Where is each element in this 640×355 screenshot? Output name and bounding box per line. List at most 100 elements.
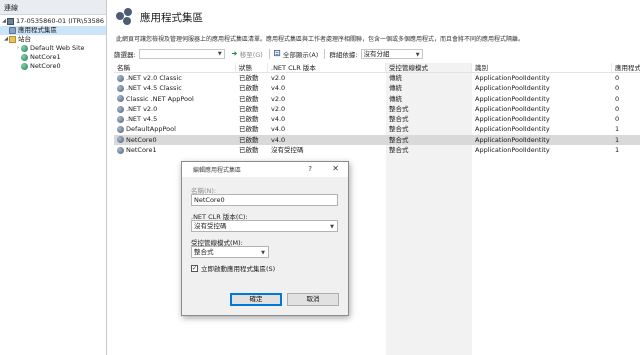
tree-item-app-pools[interactable]: 應用程式集區: [0, 26, 106, 35]
tree-item-server[interactable]: ◢ 17-0535860-01 (ITR\53586: [0, 17, 106, 26]
cell-name: DefaultAppPool: [114, 124, 236, 134]
table-row[interactable]: .NET v4.5 已啟動 v4.0 整合式 ApplicationPoolIdenti…: [114, 114, 640, 124]
tree-item-label: 應用程式集區: [18, 26, 57, 34]
dropdown-arrow-icon[interactable]: ▼: [218, 51, 222, 57]
close-icon[interactable]: ✕: [332, 164, 339, 173]
group-by-select[interactable]: 沒有分組 ▼: [360, 48, 423, 59]
cell-applications-text: 0: [615, 115, 620, 124]
filter-label: 篩選器:: [114, 50, 136, 59]
table-row[interactable]: DefaultAppPool 已啟動 v4.0 整合式 ApplicationPoolI…: [114, 124, 640, 134]
cell-status-text: 已啟動: [239, 84, 259, 93]
cell-identity: ApplicationPoolIdentity: [472, 104, 612, 114]
go-button[interactable]: 移至(G): [231, 49, 263, 59]
cell-clr-version-text: v2.0: [271, 104, 286, 113]
app-pool-icon: [9, 27, 16, 34]
cell-pipeline-mode-text: 傳統: [389, 94, 402, 103]
table-row[interactable]: NetCore0 已啟動 v4.0 整合式 ApplicationPoolIdentit…: [114, 134, 640, 146]
cell-clr-version: 沒有受控碼: [268, 145, 386, 155]
cell-pipeline-mode-text: 整合式: [389, 104, 409, 113]
cell-clr-version: v2.0: [268, 104, 386, 114]
pipeline-mode-value: 整合式: [194, 248, 214, 256]
cell-name-text: Classic .NET AppPool: [126, 94, 194, 103]
cell-status-text: 已啟動: [239, 104, 259, 113]
tree-item-netcore1[interactable]: NetCore1: [0, 53, 106, 62]
app-pool-icon: [117, 136, 124, 144]
group-by-value: 沒有分組: [363, 49, 390, 58]
cell-pipeline-mode: 傳統: [386, 73, 472, 83]
toolbar-separator: [268, 48, 270, 59]
chevron-down-icon[interactable]: ▼: [330, 222, 334, 232]
cell-identity-text: ApplicationPoolIdentity: [475, 84, 550, 93]
pipeline-mode-select[interactable]: 整合式 ▼: [191, 246, 269, 258]
ok-button[interactable]: 確定: [230, 293, 282, 306]
cell-pipeline-mode: 傳統: [386, 83, 472, 93]
cell-pipeline-mode-text: 傳統: [389, 84, 402, 93]
cell-identity-text: ApplicationPoolIdentity: [475, 135, 550, 144]
group-by-label: 群組依據:: [329, 50, 358, 59]
chevron-down-icon[interactable]: ▼: [261, 248, 265, 258]
cell-pipeline-mode: 整合式: [386, 135, 472, 145]
cell-clr-version: v4.0: [268, 135, 386, 145]
help-icon[interactable]: ?: [308, 165, 312, 173]
cell-applications-text: 0: [615, 94, 620, 103]
table-row[interactable]: .NET v4.5 Classic 已啟動 v4.0 傳統 ApplicationPoo…: [114, 83, 640, 93]
column-header-clr[interactable]: .NET CLR 版本: [268, 63, 386, 72]
cell-pipeline-mode: 整合式: [386, 145, 472, 155]
cell-identity: ApplicationPoolIdentity: [472, 124, 612, 134]
cell-pipeline-mode: 傳統: [386, 94, 472, 104]
start-immediately-checkbox[interactable]: ✓ 立即啟動應用程式集區(S): [191, 263, 339, 273]
cell-applications: 0: [612, 73, 640, 83]
column-header-identity[interactable]: 識別: [472, 63, 612, 72]
connections-pane: 連線 ◢ 17-0535860-01 (ITR\53586 應用程式集區 ◢ 站…: [0, 0, 107, 355]
table-row[interactable]: Classic .NET AppPool 已啟動 v2.0 傳統 Application…: [114, 94, 640, 104]
table-row[interactable]: NetCore1 已啟動 沒有受控碼 整合式 ApplicationPoolIdenti…: [114, 145, 640, 155]
cell-name-text: .NET v4.5: [126, 115, 158, 124]
cell-applications-text: 0: [615, 74, 620, 82]
table-row[interactable]: .NET v2.0 Classic 已啟動 v2.0 傳統 ApplicationPoo…: [114, 73, 640, 83]
filter-input[interactable]: ▼: [138, 48, 225, 59]
checkbox-checked-icon[interactable]: ✓: [191, 264, 198, 272]
app-pool-icon: [117, 95, 124, 103]
cell-status: 已啟動: [236, 135, 268, 145]
dialog-body: 名稱(N): NetCore0 .NET CLR 版本(C): 沒有受控碼 ▼ …: [182, 177, 348, 273]
cell-pipeline-mode-text: 傳統: [389, 74, 402, 82]
tree-item-label: 17-0535860-01 (ITR\53586: [16, 17, 105, 25]
page-description: 此網頁可讓您檢視及管理伺服器上的應用程式集區清單。應用程式集區與工作者處理序相關…: [116, 36, 525, 43]
dropdown-arrow-icon[interactable]: ▼: [416, 51, 420, 59]
app-pools-icon: [116, 8, 133, 25]
column-header-status[interactable]: 狀態: [236, 63, 268, 72]
cell-clr-version-text: v4.0: [271, 115, 286, 124]
cell-status-text: 已啟動: [239, 74, 259, 82]
app-pool-icon: [117, 74, 124, 82]
clr-version-select[interactable]: 沒有受控碼 ▼: [191, 220, 338, 232]
column-header-name[interactable]: 名稱: [114, 63, 236, 72]
cell-identity: ApplicationPoolIdentity: [472, 73, 612, 83]
tree-item-sites[interactable]: ◢ 站台: [0, 35, 106, 44]
tree-item-netcore0[interactable]: NetCore0: [0, 62, 106, 71]
table-row[interactable]: .NET v2.0 已啟動 v2.0 整合式 ApplicationPoolIdenti…: [114, 104, 640, 114]
app-pool-icon: [117, 126, 124, 134]
cancel-button[interactable]: 取消: [287, 293, 339, 306]
column-header-pipeline[interactable]: 受控管線模式: [386, 63, 472, 72]
dialog-buttons: 確定 取消: [230, 293, 344, 306]
cell-clr-version-text: 沒有受控碼: [271, 146, 304, 155]
cell-clr-version: v2.0: [268, 73, 386, 83]
go-button-label: 移至(G): [239, 50, 263, 59]
cell-status-text: 已啟動: [239, 125, 259, 134]
show-all-button[interactable]: 全部顯示(A): [273, 49, 318, 59]
cell-status-text: 已啟動: [239, 146, 259, 155]
tree-item-default-web-site[interactable]: › Default Web Site: [0, 44, 106, 53]
cell-name: .NET v4.5 Classic: [114, 83, 236, 93]
cell-applications: 1: [612, 135, 640, 145]
go-icon: [231, 51, 237, 56]
cell-clr-version-text: v4.0: [271, 125, 286, 134]
column-header-applications[interactable]: 應用程式: [612, 63, 640, 72]
cell-name-text: .NET v2.0: [126, 104, 158, 113]
cell-applications: 0: [612, 104, 640, 114]
connections-tree: ◢ 17-0535860-01 (ITR\53586 應用程式集區 ◢ 站台 ›…: [0, 15, 106, 71]
cell-clr-version-text: v4.0: [271, 84, 286, 93]
cell-name-text: .NET v2.0 Classic: [126, 74, 182, 82]
connections-header: 連線: [0, 0, 106, 15]
cell-applications: 0: [612, 114, 640, 124]
cell-clr-version: v4.0: [268, 124, 386, 134]
